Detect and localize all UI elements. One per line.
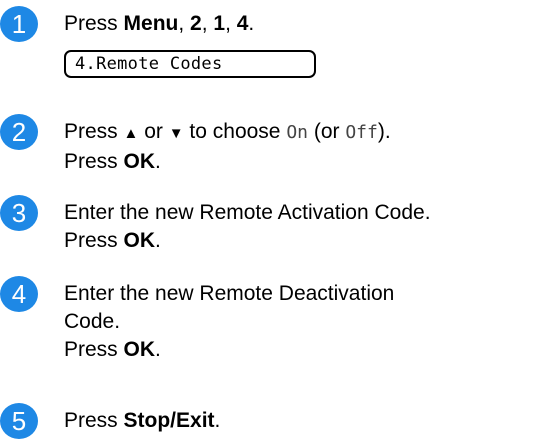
step-text: to choose [183,120,287,143]
step-text: or [138,120,169,143]
step-number-badge: 5 [0,403,38,439]
key-label: OK [123,338,156,361]
step-text: Press [64,229,124,252]
option-off: Off [345,122,378,143]
key-label: 1 [213,12,226,35]
lcd-display: 4.Remote Codes [64,50,316,78]
step-content: Enter the new Remote Deactivation Code. … [64,280,532,364]
down-arrow-icon: ▼ [168,125,184,142]
step-text: . [155,150,161,173]
key-label: Stop/Exit [123,409,215,432]
step-number-badge: 3 [0,195,38,231]
step-text: Press [64,120,124,143]
key-label: 4 [236,12,249,35]
key-label: Menu [123,12,179,35]
step-content: Press ▲ or ▼ to choose On (or Off). Pres… [64,118,532,176]
step-content: Press Menu, 2, 1, 4. 4.Remote Codes [64,10,532,78]
key-label: 2 [190,12,202,35]
key-label: OK [123,150,156,173]
step-text: Enter the new Remote Deactivation [64,282,395,305]
step-text: Code. [64,310,121,333]
key-label: OK [123,229,156,252]
step-number-badge: 2 [0,114,38,150]
step-text: Press [64,338,124,361]
step-number-badge: 1 [0,6,38,42]
step-text: Enter the new Remote Activation Code. [64,201,431,224]
step-content: Press Stop/Exit. [64,407,532,435]
step-text: ). [377,120,391,143]
step-text: . [214,409,221,432]
step-text: Press [64,12,124,35]
step-content: Enter the new Remote Activation Code. Pr… [64,199,532,255]
up-arrow-icon: ▲ [123,125,139,142]
option-on: On [286,122,308,143]
step-text: . [155,229,161,252]
step-text: Press [64,150,124,173]
step-text: . [155,338,161,361]
step-text: Press [64,409,124,432]
step-number-badge: 4 [0,276,38,312]
step-text: (or [308,120,346,143]
